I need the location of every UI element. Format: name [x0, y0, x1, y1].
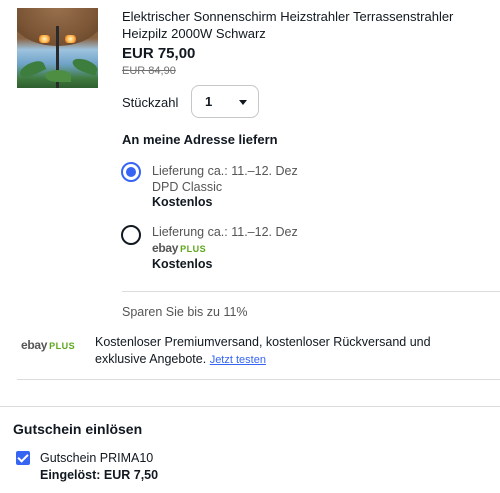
shipping-option-1-carrier: DPD Classic: [152, 180, 223, 194]
quantity-label: Stückzahl: [122, 95, 179, 110]
coupon-checkbox[interactable]: [16, 451, 30, 465]
palm-leaf: [45, 70, 71, 82]
shipping-option-1-cost: Kostenlos: [152, 195, 213, 209]
palm-leaf: [17, 58, 47, 80]
quantity-select[interactable]: 1: [191, 85, 259, 118]
plus-description: Kostenloser Premiumversand, kostenloser …: [95, 334, 480, 369]
ebay-plus-logo: ebay PLUS: [152, 241, 207, 255]
shipping-option-2-delivery: Lieferung ca.: 11.–12. Dez: [152, 225, 298, 239]
quantity-value: 1: [205, 94, 213, 109]
divider: [122, 291, 500, 292]
product-title[interactable]: Elektrischer Sonnenschirm Heizstrahler T…: [122, 8, 482, 42]
shipping-option-1-radio[interactable]: [121, 162, 141, 182]
shipping-option-2-radio[interactable]: [121, 225, 141, 245]
shipping-heading: An meine Adresse liefern: [122, 132, 278, 147]
plus-try-link[interactable]: Jetzt testen: [210, 354, 266, 366]
chevron-down-icon: [239, 100, 247, 105]
savings-text: Sparen Sie bis zu 11%: [122, 305, 248, 319]
coupon-heading: Gutschein einlösen: [13, 421, 143, 437]
coupon-redeemed-amount: Eingelöst: EUR 7,50: [40, 468, 159, 482]
ebay-plus-logo: ebay PLUS: [21, 338, 76, 352]
heater-lamp-right: [65, 35, 76, 43]
section-divider: [0, 406, 500, 407]
heater-lamp-left: [39, 35, 50, 43]
product-price: EUR 75,00: [122, 45, 196, 62]
shipping-option-1-delivery: Lieferung ca.: 11.–12. Dez: [152, 164, 298, 178]
palm-leaf: [70, 55, 98, 77]
product-old-price: EUR 84,90: [122, 65, 176, 77]
coupon-name[interactable]: Gutschein PRIMA10: [40, 451, 153, 465]
shipping-option-2-cost: Kostenlos: [152, 257, 213, 271]
product-image[interactable]: [17, 8, 98, 88]
divider: [17, 379, 500, 380]
